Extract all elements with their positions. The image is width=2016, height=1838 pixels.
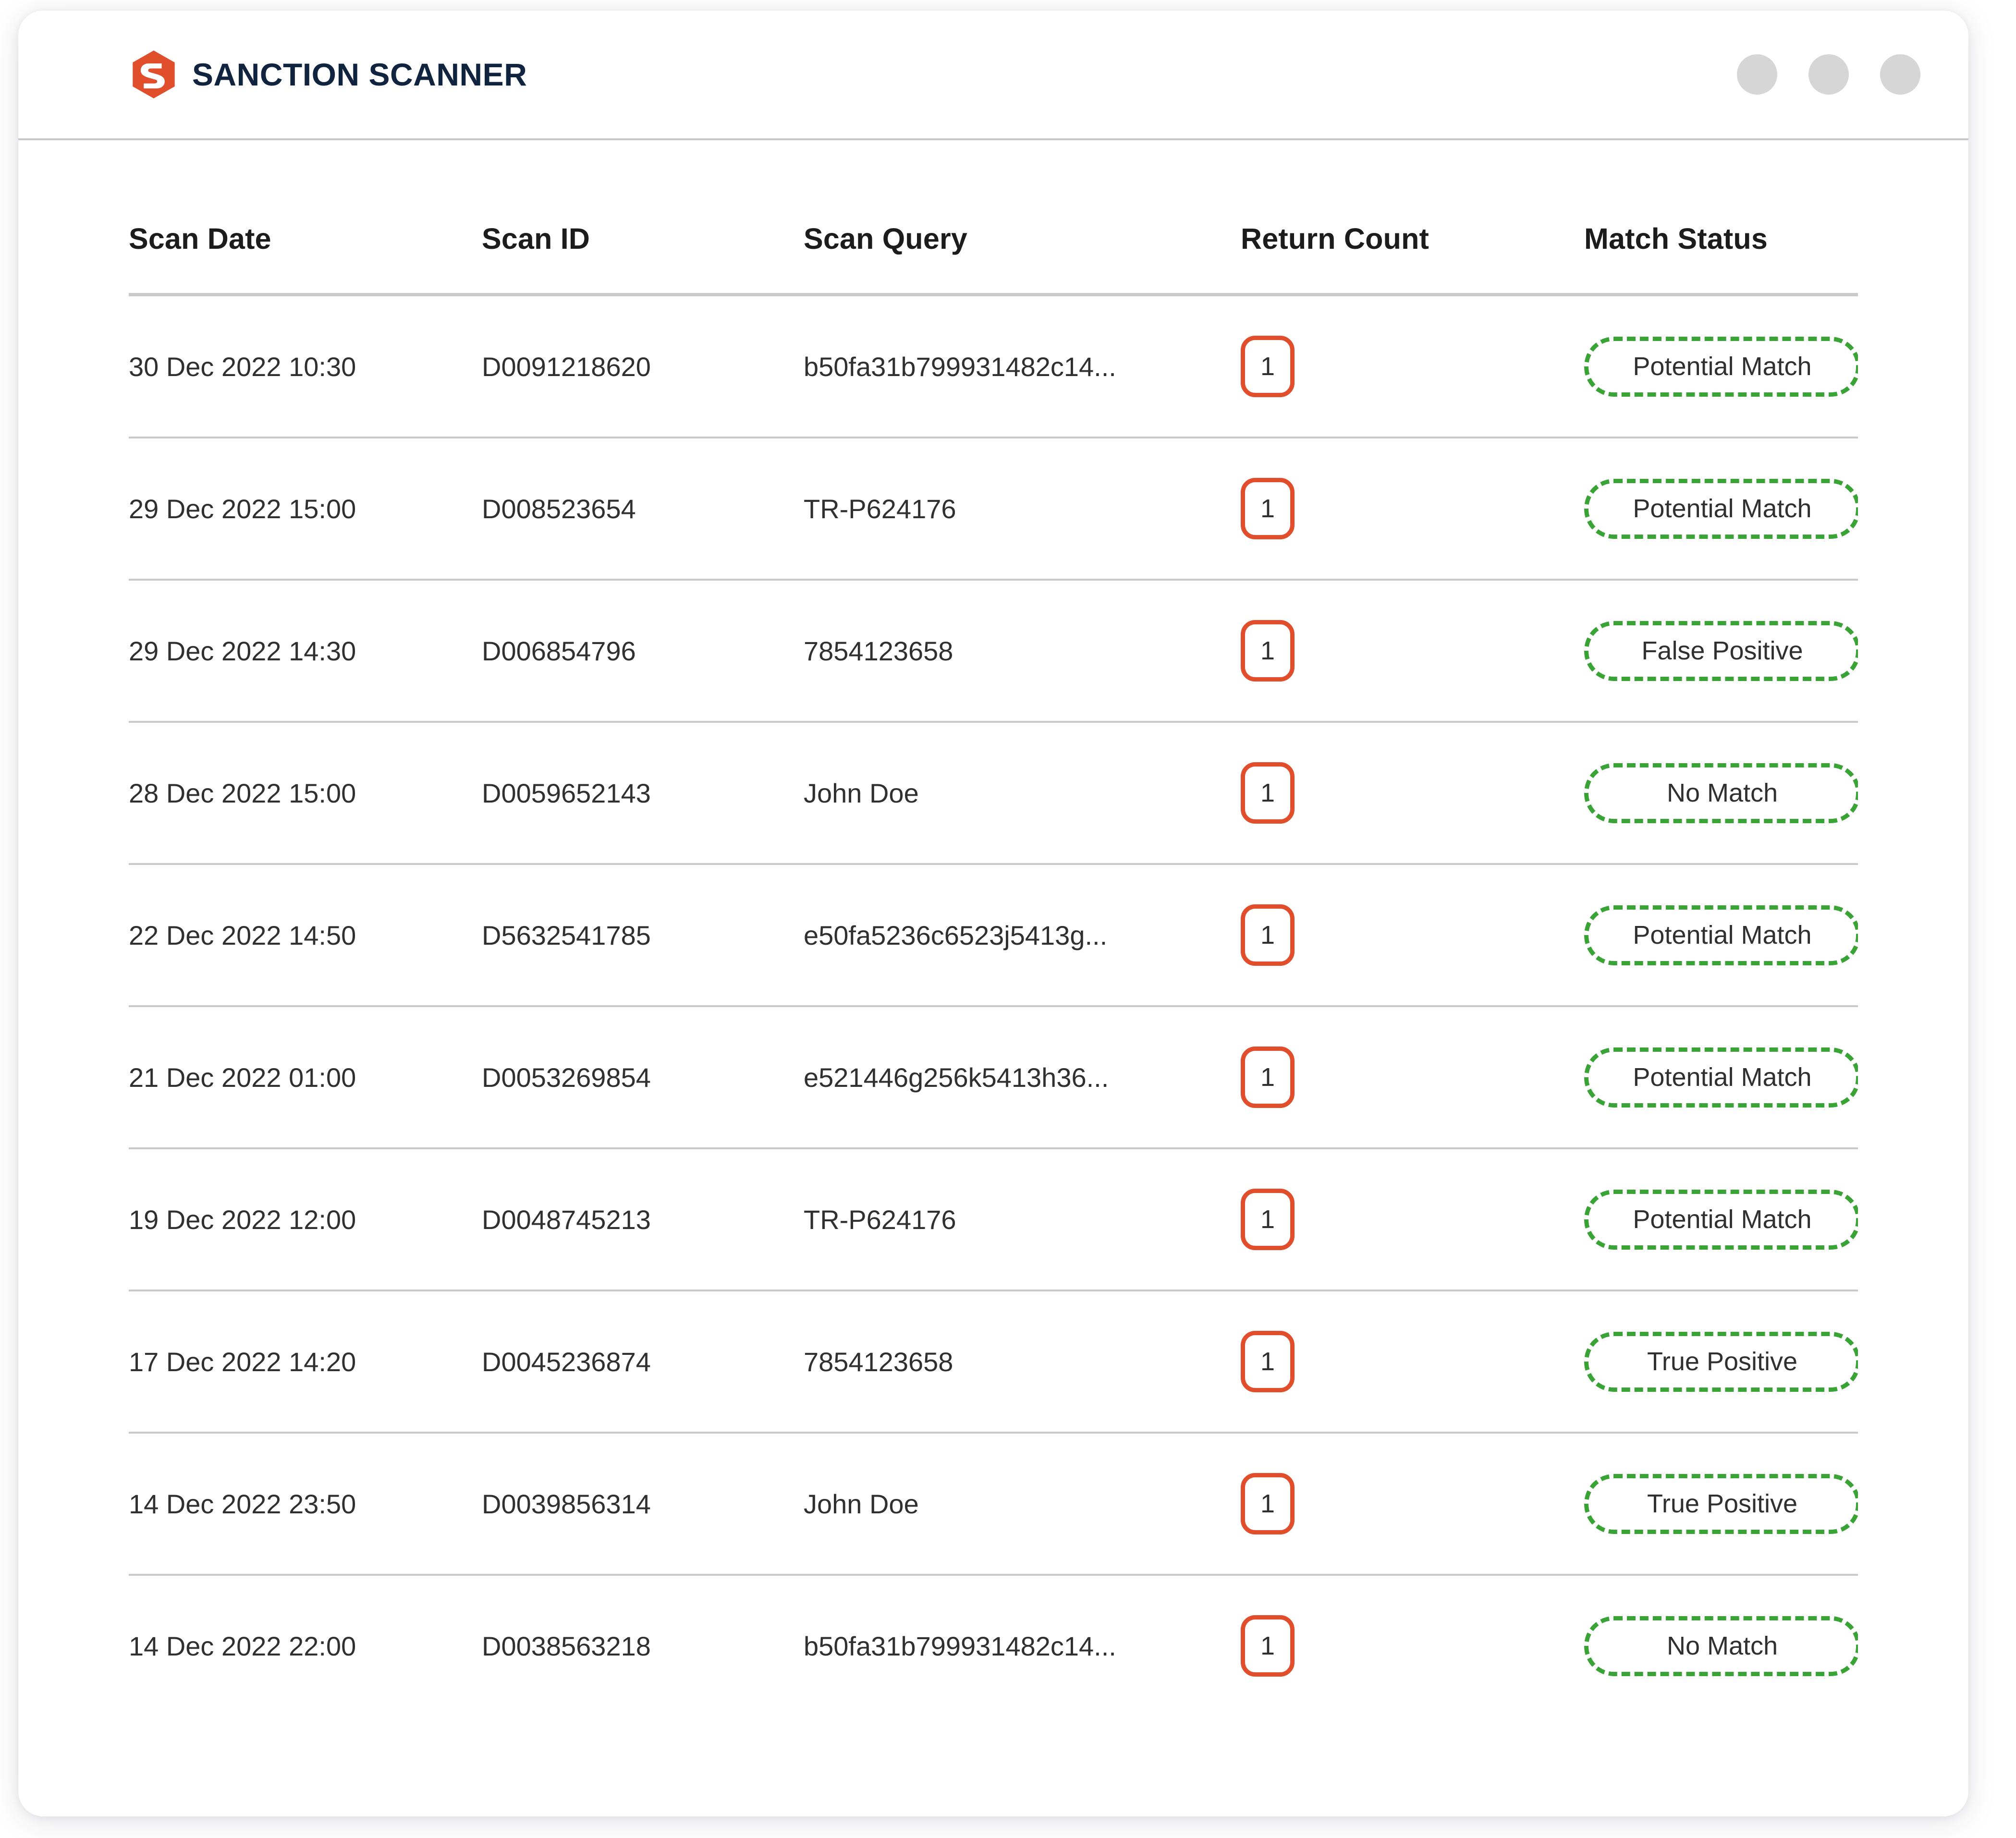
cell-scan-id: D0053269854 — [482, 1062, 651, 1093]
cell-return-count: 1 — [1241, 580, 1584, 722]
title-bar: SANCTION SCANNER — [18, 11, 1968, 140]
cell-scan-query: John Doe — [804, 1488, 919, 1519]
table-row[interactable]: 30 Dec 2022 10:30 D0091218620 b50fa31b7999… — [129, 295, 1858, 438]
match-status-badge[interactable]: True Positive — [1584, 1473, 1858, 1534]
return-count-badge: 1 — [1241, 478, 1295, 539]
column-header-scan-query[interactable]: Scan Query — [804, 222, 1241, 295]
cell-scan-query: TR-P624176 — [804, 1204, 956, 1235]
table-row[interactable]: 29 Dec 2022 14:30 D006854796 7854123658 1 Fa… — [129, 580, 1858, 722]
return-count-badge: 1 — [1241, 336, 1295, 397]
cell-scan-query: 7854123658 — [804, 1346, 953, 1377]
scan-history-table: Scan Date Scan ID Scan Query Return Coun… — [129, 222, 1858, 1716]
cell-scan-id: D0039856314 — [482, 1488, 651, 1519]
cell-scan-date: 21 Dec 2022 01:00 — [129, 1062, 356, 1093]
cell-scan-date: 14 Dec 2022 22:00 — [129, 1631, 356, 1661]
brand: SANCTION SCANNER — [129, 49, 527, 99]
table-row[interactable]: 14 Dec 2022 23:50 D0039856314 John Doe 1 Tru… — [129, 1433, 1858, 1575]
cell-match-status: Potential Match — [1584, 295, 1858, 438]
cell-scan-id: D0045236874 — [482, 1346, 651, 1377]
return-count-badge: 1 — [1241, 1331, 1295, 1392]
cell-scan-query: b50fa31b799931482c14... — [804, 1631, 1116, 1661]
cell-return-count: 1 — [1241, 722, 1584, 864]
return-count-badge: 1 — [1241, 1189, 1295, 1250]
table-row[interactable]: 28 Dec 2022 15:00 D0059652143 John Doe 1 No … — [129, 722, 1858, 864]
table-header: Scan Date Scan ID Scan Query Return Coun… — [129, 222, 1858, 295]
match-status-badge[interactable]: Potential Match — [1584, 1047, 1858, 1108]
return-count-badge: 1 — [1241, 762, 1295, 824]
match-status-badge[interactable]: No Match — [1584, 1616, 1858, 1676]
column-header-match-status[interactable]: Match Status — [1584, 222, 1858, 295]
scan-table-container: Scan Date Scan ID Scan Query Return Coun… — [18, 140, 1968, 1716]
window-dot-minimize[interactable] — [1737, 54, 1777, 95]
cell-scan-date: 29 Dec 2022 15:00 — [129, 493, 356, 524]
window-dot-close[interactable] — [1880, 54, 1920, 95]
column-header-return-count[interactable]: Return Count — [1241, 222, 1584, 295]
cell-scan-date: 28 Dec 2022 15:00 — [129, 778, 356, 808]
cell-scan-date: 14 Dec 2022 23:50 — [129, 1488, 356, 1519]
return-count-badge: 1 — [1241, 620, 1295, 682]
cell-return-count: 1 — [1241, 295, 1584, 438]
cell-scan-query: b50fa31b799931482c14... — [804, 351, 1116, 382]
cell-match-status: Potential Match — [1584, 438, 1858, 580]
table-row[interactable]: 19 Dec 2022 12:00 D0048745213 TR-P624176 1 P… — [129, 1148, 1858, 1290]
window-dot-maximize[interactable] — [1808, 54, 1849, 95]
table-row[interactable]: 14 Dec 2022 22:00 D0038563218 b50fa31b7999… — [129, 1575, 1858, 1716]
return-count-badge: 1 — [1241, 904, 1295, 966]
cell-match-status: Potential Match — [1584, 864, 1858, 1006]
table-row[interactable]: 22 Dec 2022 14:50 D5632541785 e50fa5236c65… — [129, 864, 1858, 1006]
table-row[interactable]: 29 Dec 2022 15:00 D008523654 TR-P624176 1 Po… — [129, 438, 1858, 580]
return-count-badge: 1 — [1241, 1047, 1295, 1108]
cell-scan-date: 22 Dec 2022 14:50 — [129, 920, 356, 950]
match-status-badge[interactable]: No Match — [1584, 763, 1858, 823]
cell-return-count: 1 — [1241, 864, 1584, 1006]
match-status-badge[interactable]: Potential Match — [1584, 336, 1858, 397]
cell-scan-id: D0059652143 — [482, 778, 651, 808]
cell-match-status: True Positive — [1584, 1290, 1858, 1433]
cell-scan-date: 30 Dec 2022 10:30 — [129, 351, 356, 382]
cell-return-count: 1 — [1241, 1006, 1584, 1148]
cell-scan-query: John Doe — [804, 778, 919, 808]
column-header-scan-date[interactable]: Scan Date — [129, 222, 482, 295]
cell-scan-date: 17 Dec 2022 14:20 — [129, 1346, 356, 1377]
match-status-badge[interactable]: True Positive — [1584, 1331, 1858, 1392]
cell-scan-id: D0091218620 — [482, 351, 651, 382]
cell-match-status: No Match — [1584, 1575, 1858, 1716]
cell-match-status: No Match — [1584, 722, 1858, 864]
cell-match-status: False Positive — [1584, 580, 1858, 722]
table-header-row: Scan Date Scan ID Scan Query Return Coun… — [129, 222, 1858, 295]
match-status-badge[interactable]: False Positive — [1584, 621, 1858, 681]
column-header-scan-id[interactable]: Scan ID — [482, 222, 804, 295]
match-status-badge[interactable]: Potential Match — [1584, 478, 1858, 539]
cell-return-count: 1 — [1241, 1290, 1584, 1433]
cell-match-status: Potential Match — [1584, 1006, 1858, 1148]
cell-scan-query: e50fa5236c6523j5413g... — [804, 920, 1108, 950]
match-status-badge[interactable]: Potential Match — [1584, 1189, 1858, 1250]
cell-return-count: 1 — [1241, 1433, 1584, 1575]
cell-scan-id: D006854796 — [482, 635, 636, 666]
cell-scan-query: e521446g256k5413h36... — [804, 1062, 1109, 1093]
match-status-badge[interactable]: Potential Match — [1584, 905, 1858, 965]
cell-return-count: 1 — [1241, 438, 1584, 580]
cell-return-count: 1 — [1241, 1148, 1584, 1290]
return-count-badge: 1 — [1241, 1473, 1295, 1534]
cell-scan-id: D008523654 — [482, 493, 636, 524]
cell-match-status: True Positive — [1584, 1433, 1858, 1575]
cell-scan-id: D5632541785 — [482, 920, 651, 950]
brand-name: SANCTION SCANNER — [192, 57, 527, 92]
sanction-scanner-logo-icon — [133, 50, 175, 98]
window-controls — [1737, 54, 1920, 95]
cell-scan-query: 7854123658 — [804, 635, 953, 666]
cell-return-count: 1 — [1241, 1575, 1584, 1716]
cell-scan-id: D0038563218 — [482, 1631, 651, 1661]
cell-scan-date: 29 Dec 2022 14:30 — [129, 635, 356, 666]
cell-match-status: Potential Match — [1584, 1148, 1858, 1290]
cell-scan-id: D0048745213 — [482, 1204, 651, 1235]
app-window: SANCTION SCANNER Scan Date Scan ID Scan … — [18, 11, 1968, 1816]
return-count-badge: 1 — [1241, 1615, 1295, 1677]
table-body: 30 Dec 2022 10:30 D0091218620 b50fa31b7999… — [129, 295, 1858, 1716]
cell-scan-date: 19 Dec 2022 12:00 — [129, 1204, 356, 1235]
table-row[interactable]: 21 Dec 2022 01:00 D0053269854 e521446g256k… — [129, 1006, 1858, 1148]
table-row[interactable]: 17 Dec 2022 14:20 D0045236874 7854123658 1 T… — [129, 1290, 1858, 1433]
cell-scan-query: TR-P624176 — [804, 493, 956, 524]
